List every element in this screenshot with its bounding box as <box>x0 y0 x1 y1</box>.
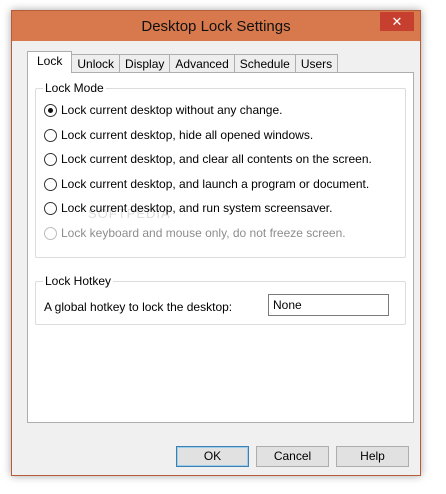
lock-mode-option-launch-program[interactable]: Lock current desktop, and launch a progr… <box>44 176 369 192</box>
lock-hotkey-group: Lock Hotkey A global hotkey to lock the … <box>35 274 406 325</box>
radio-icon[interactable] <box>44 201 57 215</box>
tab-schedule[interactable]: Schedule <box>233 54 296 73</box>
lock-mode-option-keyboard-mouse-only: Lock keyboard and mouse only, do not fre… <box>44 225 346 241</box>
radio-icon[interactable] <box>44 177 57 191</box>
close-icon: ✕ <box>391 14 403 29</box>
option-label: Lock current desktop, and launch a progr… <box>61 177 370 191</box>
radio-icon[interactable] <box>44 152 57 166</box>
lock-mode-option-hide-windows[interactable]: Lock current desktop, hide all opened wi… <box>44 127 313 143</box>
option-label: Lock keyboard and mouse only, do not fre… <box>61 226 346 240</box>
lock-mode-option-screensaver[interactable]: Lock current desktop, and run system scr… <box>44 200 332 216</box>
lock-hotkey-title: Lock Hotkey <box>43 274 114 288</box>
lock-mode-option-no-change[interactable]: Lock current desktop without any change. <box>44 102 282 118</box>
window-title: Desktop Lock Settings <box>141 18 291 35</box>
radio-selected-icon[interactable] <box>44 103 57 117</box>
hotkey-input[interactable]: None <box>268 294 389 316</box>
client-area: Lock Unlock Display Advanced Schedule Us… <box>19 41 414 468</box>
option-label: Lock current desktop, hide all opened wi… <box>61 128 314 142</box>
lock-tab-panel: SOFTPEDIA Lock Mode Lock current desktop… <box>27 72 414 423</box>
tab-lock[interactable]: Lock <box>27 51 73 73</box>
option-label: Lock current desktop, and run system scr… <box>61 201 333 215</box>
lock-mode-group: Lock Mode Lock current desktop without a… <box>35 81 406 258</box>
help-button[interactable]: Help <box>336 446 409 467</box>
lock-mode-option-clear-screen[interactable]: Lock current desktop, and clear all cont… <box>44 151 372 167</box>
tab-display[interactable]: Display <box>119 54 171 73</box>
title-bar[interactable]: Desktop Lock Settings ✕ <box>12 11 420 41</box>
option-label: Lock current desktop without any change. <box>61 103 283 117</box>
option-label: Lock current desktop, and clear all cont… <box>61 152 372 166</box>
radio-icon[interactable] <box>44 128 57 142</box>
lock-mode-title: Lock Mode <box>43 81 106 95</box>
tab-users[interactable]: Users <box>294 54 339 73</box>
ok-button[interactable]: OK <box>176 446 249 467</box>
tab-advanced[interactable]: Advanced <box>169 54 235 73</box>
tab-unlock[interactable]: Unlock <box>71 54 121 73</box>
tab-strip: Lock Unlock Display Advanced Schedule Us… <box>27 51 339 73</box>
radio-disabled-icon <box>44 226 57 240</box>
close-button[interactable]: ✕ <box>380 12 414 31</box>
settings-window: Desktop Lock Settings ✕ Lock Unlock Disp… <box>11 10 421 476</box>
cancel-button[interactable]: Cancel <box>256 446 329 467</box>
hotkey-label: A global hotkey to lock the desktop: <box>44 300 233 314</box>
